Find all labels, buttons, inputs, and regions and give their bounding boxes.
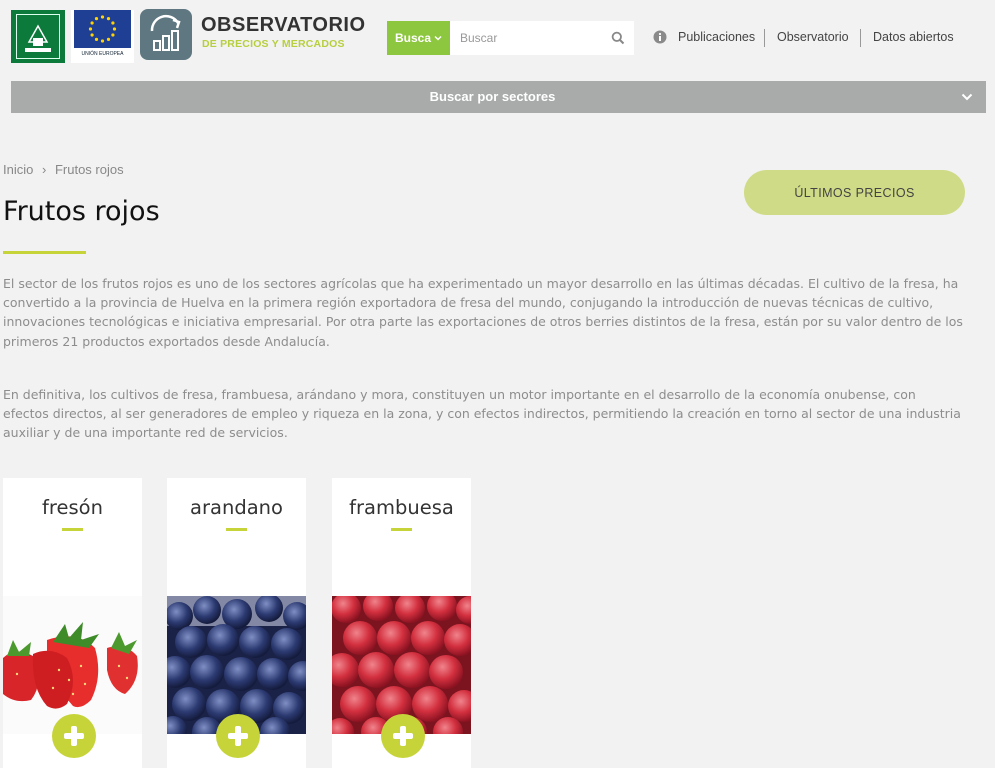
- busca-label: Busca: [394, 31, 432, 45]
- search-input[interactable]: [450, 21, 634, 55]
- nav-divider: [860, 29, 861, 47]
- nav-publicaciones-link[interactable]: Publicaciones: [678, 30, 755, 44]
- breadcrumb: Inicio › Frutos rojos: [3, 162, 124, 177]
- observatorio-title[interactable]: OBSERVATORIO: [201, 14, 366, 37]
- info-icon: [653, 30, 667, 44]
- junta-andalucia-logo[interactable]: [11, 10, 65, 63]
- breadcrumb-home-link[interactable]: Inicio: [3, 162, 33, 177]
- page-title: Frutos rojos: [3, 196, 160, 227]
- observatorio-subtitle: DE PRECIOS Y MERCADOS: [202, 38, 345, 50]
- plus-icon[interactable]: [216, 714, 260, 758]
- search-icon[interactable]: [611, 31, 625, 45]
- intro-paragraph: El sector de los frutos rojos es uno de …: [3, 276, 963, 349]
- chevron-down-icon: [434, 35, 442, 41]
- nav-datos-abiertos-link[interactable]: Datos abiertos: [873, 30, 954, 44]
- observatorio-logo-icon[interactable]: [140, 9, 192, 60]
- nav-observatorio-link[interactable]: Observatorio: [777, 30, 849, 44]
- product-card-frambuesa[interactable]: frambuesa: [332, 478, 471, 768]
- product-card-title: arandano: [190, 496, 283, 519]
- plus-icon[interactable]: [381, 714, 425, 758]
- ultimos-precios-button[interactable]: ÚLTIMOS PRECIOS: [744, 170, 965, 215]
- eu-logo-text: UNIÓN EUROPEA: [81, 51, 124, 57]
- intro-paragraph: En definitiva, los cultivos de fresa, fr…: [3, 387, 961, 441]
- chevron-down-icon: [961, 93, 973, 101]
- product-card-title: frambuesa: [349, 496, 454, 519]
- product-card-arandano[interactable]: arandano: [167, 478, 306, 768]
- title-underline: [3, 251, 86, 254]
- product-card-freson[interactable]: fresón: [3, 478, 142, 768]
- eu-flag-icon: [74, 10, 131, 48]
- site-header: UNIÓN EUROPEA OBSERVATORIO DE PRECIOS Y …: [0, 0, 995, 76]
- sectors-bar-label: Buscar por sectores: [429, 89, 556, 104]
- card-title-underline: [62, 528, 83, 531]
- union-europea-logo[interactable]: UNIÓN EUROPEA: [71, 10, 134, 63]
- product-card-title: fresón: [42, 496, 103, 519]
- card-title-underline: [226, 528, 247, 531]
- nav-divider: [764, 29, 765, 47]
- breadcrumb-current: Frutos rojos: [54, 162, 124, 177]
- junta-emblem-icon: [25, 24, 51, 52]
- breadcrumb-separator: ›: [41, 162, 47, 177]
- busca-dropdown-button[interactable]: Busca: [387, 21, 450, 55]
- sectors-dropdown-bar[interactable]: Buscar por sectores: [11, 81, 986, 113]
- plus-icon[interactable]: [52, 714, 96, 758]
- card-title-underline: [391, 528, 412, 531]
